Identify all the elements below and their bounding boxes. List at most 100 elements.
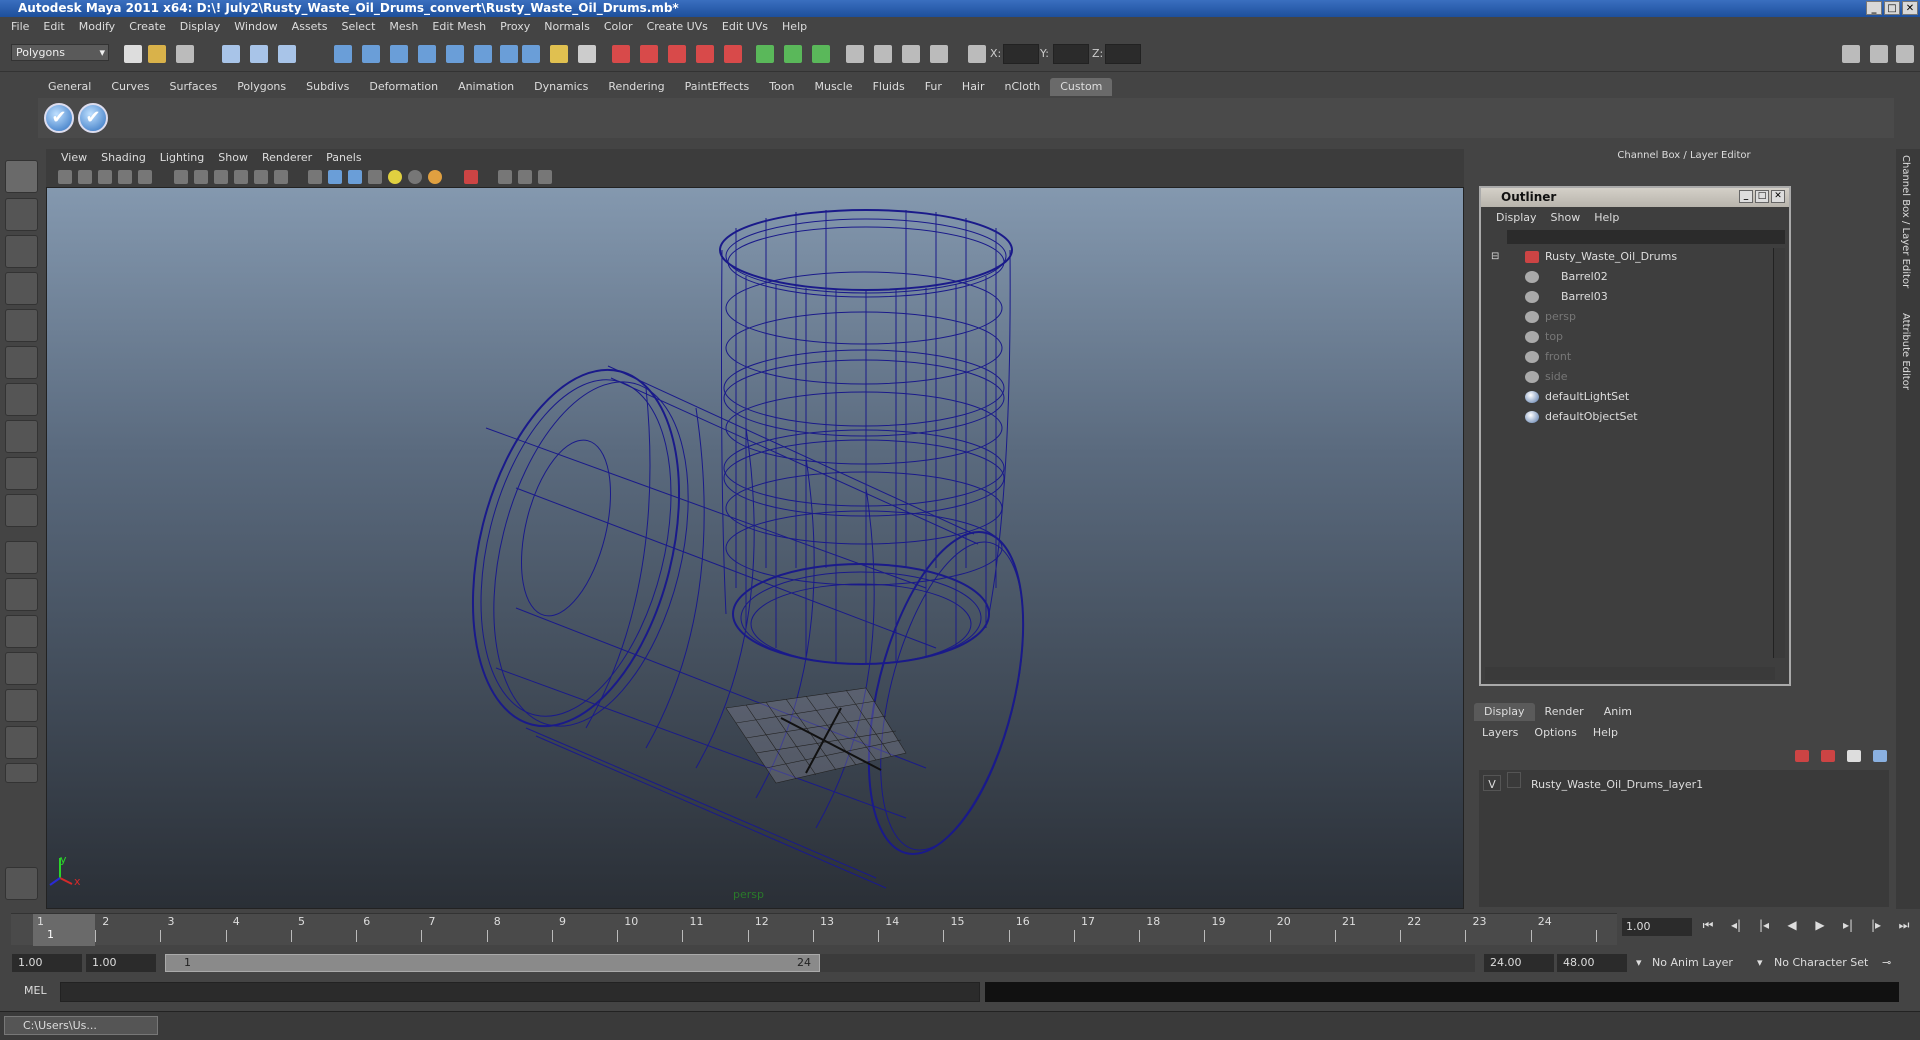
outliner-item[interactable]: side: [1525, 368, 1568, 386]
shelf-tab-muscle[interactable]: Muscle: [804, 78, 862, 96]
character-set-dropdown-arrow[interactable]: ▾: [1757, 954, 1763, 972]
menu-mesh[interactable]: Mesh: [382, 20, 425, 33]
bookmarks-icon[interactable]: [98, 170, 112, 184]
outliner-item[interactable]: Barrel03: [1525, 288, 1608, 306]
use-all-lights-icon[interactable]: [388, 170, 402, 184]
safe-action-icon[interactable]: [254, 170, 268, 184]
outliner-item[interactable]: Rusty_Waste_Oil_Drums: [1525, 248, 1677, 266]
select-object-icon[interactable]: [250, 45, 268, 63]
checkmark-icon[interactable]: ✔: [44, 103, 74, 133]
ipr-render-icon[interactable]: [668, 45, 686, 63]
camera-attributes-icon[interactable]: [78, 170, 92, 184]
step-forward-frame-icon[interactable]: ▸|: [1839, 918, 1857, 938]
range-slider-handle[interactable]: 1 24: [165, 954, 820, 972]
layer-tab-render[interactable]: Render: [1535, 703, 1594, 721]
safe-title-icon[interactable]: [274, 170, 288, 184]
save-scene-icon[interactable]: [176, 45, 194, 63]
image-plane-icon[interactable]: [118, 170, 132, 184]
select-tool-icon[interactable]: [5, 160, 38, 193]
auto-key-icon[interactable]: ⊸: [1882, 954, 1891, 972]
move-layer-down-icon[interactable]: [1821, 750, 1835, 762]
new-layer-icon[interactable]: [1847, 750, 1861, 762]
menu-edit-mesh[interactable]: Edit Mesh: [425, 20, 493, 33]
minimized-window-button[interactable]: C:\Users\Us...: [4, 1016, 158, 1035]
universal-manipulator-icon[interactable]: [5, 383, 38, 416]
show-manipulator-icon[interactable]: [5, 457, 38, 490]
layer-tab-anim[interactable]: Anim: [1594, 703, 1642, 721]
outliner-menu-display[interactable]: Display: [1489, 211, 1544, 224]
shadows-icon[interactable]: [408, 170, 422, 184]
current-time-field[interactable]: 1.00: [1622, 918, 1692, 936]
shelf-tab-ncloth[interactable]: nCloth: [995, 78, 1051, 96]
scale-tool-icon[interactable]: [5, 346, 38, 379]
open-scene-icon[interactable]: [148, 45, 166, 63]
toggle-attribute-editor-icon[interactable]: [1870, 45, 1888, 63]
layer-type-toggle[interactable]: [1507, 772, 1521, 788]
snap-curve-icon[interactable]: [362, 45, 380, 63]
new-layer-selected-icon[interactable]: [1873, 750, 1887, 762]
maximize-button[interactable]: □: [1884, 1, 1900, 15]
shelf-tab-dynamics[interactable]: Dynamics: [524, 78, 598, 96]
outliner-maximize-button[interactable]: □: [1755, 190, 1769, 203]
go-to-start-icon[interactable]: ⏮: [1699, 918, 1717, 938]
xray-joints-icon[interactable]: [518, 170, 532, 184]
menu-assets[interactable]: Assets: [285, 20, 335, 33]
checkmark-icon-2[interactable]: ✔: [78, 103, 108, 133]
move-layer-up-icon[interactable]: [1795, 750, 1809, 762]
side-tab-channel-box[interactable]: Channel Box / Layer Editor: [1900, 155, 1911, 288]
menu-create-uvs[interactable]: Create UVs: [640, 20, 715, 33]
construction-icon[interactable]: [500, 45, 518, 63]
relative-mode-icon[interactable]: [784, 45, 802, 63]
lights-icon[interactable]: [902, 45, 920, 63]
snap-surface-icon[interactable]: [446, 45, 464, 63]
select-component-icon[interactable]: [278, 45, 296, 63]
shelf-tab-painteffects[interactable]: PaintEffects: [675, 78, 760, 96]
viewport-menu-show[interactable]: Show: [211, 151, 255, 164]
help-icon[interactable]: [522, 45, 540, 63]
textured-icon[interactable]: [368, 170, 382, 184]
xray-icon[interactable]: [498, 170, 512, 184]
resolution-gate-icon[interactable]: [194, 170, 208, 184]
minimize-button[interactable]: _: [1866, 1, 1882, 15]
layer-tab-display[interactable]: Display: [1474, 703, 1535, 721]
collapse-icon[interactable]: ⊟: [1491, 248, 1499, 266]
layer-menu-help[interactable]: Help: [1585, 724, 1626, 742]
outliner-graph-layout-icon[interactable]: [5, 726, 38, 759]
layout-options-icon[interactable]: [5, 763, 38, 783]
last-tool-icon[interactable]: [5, 494, 38, 527]
wireframe-on-shaded-icon[interactable]: [348, 170, 362, 184]
shelf-tab-rendering[interactable]: Rendering: [598, 78, 674, 96]
transform-box-icon[interactable]: [968, 45, 986, 63]
move-tool-icon[interactable]: [5, 272, 38, 305]
menu-help[interactable]: Help: [775, 20, 814, 33]
mel-label[interactable]: MEL: [24, 984, 47, 997]
viewport-menu-lighting[interactable]: Lighting: [153, 151, 211, 164]
menu-file[interactable]: File: [4, 20, 36, 33]
outliner-item[interactable]: top: [1525, 328, 1563, 346]
step-back-key-icon[interactable]: ◂|: [1727, 918, 1745, 938]
menu-normals[interactable]: Normals: [537, 20, 597, 33]
outliner-persp-layout-icon[interactable]: [5, 615, 38, 648]
layer-menu-options[interactable]: Options: [1526, 724, 1584, 742]
shelf-tab-deformation[interactable]: Deformation: [359, 78, 448, 96]
camera-icon[interactable]: [874, 45, 892, 63]
layer-menu-layers[interactable]: Layers: [1474, 724, 1526, 742]
shelf-tab-surfaces[interactable]: Surfaces: [160, 78, 228, 96]
high-quality-icon[interactable]: [428, 170, 442, 184]
start-time-field[interactable]: 1.00: [12, 954, 82, 972]
shelf-tab-polygons[interactable]: Polygons: [227, 78, 296, 96]
viewport-scene[interactable]: [46, 188, 1464, 909]
grid-toggle-icon[interactable]: [138, 170, 152, 184]
anim-layer-dropdown-arrow[interactable]: ▾: [1636, 954, 1642, 972]
rotate-tool-icon[interactable]: [5, 309, 38, 342]
shelf-tab-toon[interactable]: Toon: [759, 78, 804, 96]
outliner-menu-help[interactable]: Help: [1587, 211, 1626, 224]
new-scene-icon[interactable]: [124, 45, 142, 63]
toggle-tool-settings-icon[interactable]: [1896, 45, 1914, 63]
rename-icon[interactable]: [812, 45, 830, 63]
step-back-frame-icon[interactable]: |◂: [1755, 918, 1773, 938]
time-slider[interactable]: 1 1 2 3 4 5 6 7 8 9 10 11 12 13 14 15 16 17 18 19 20 21 22 23 2…: [11, 913, 1617, 946]
outliner-minimize-button[interactable]: _: [1739, 190, 1753, 203]
z-field[interactable]: [1105, 44, 1141, 64]
shelf-tab-custom[interactable]: Custom: [1050, 78, 1113, 96]
